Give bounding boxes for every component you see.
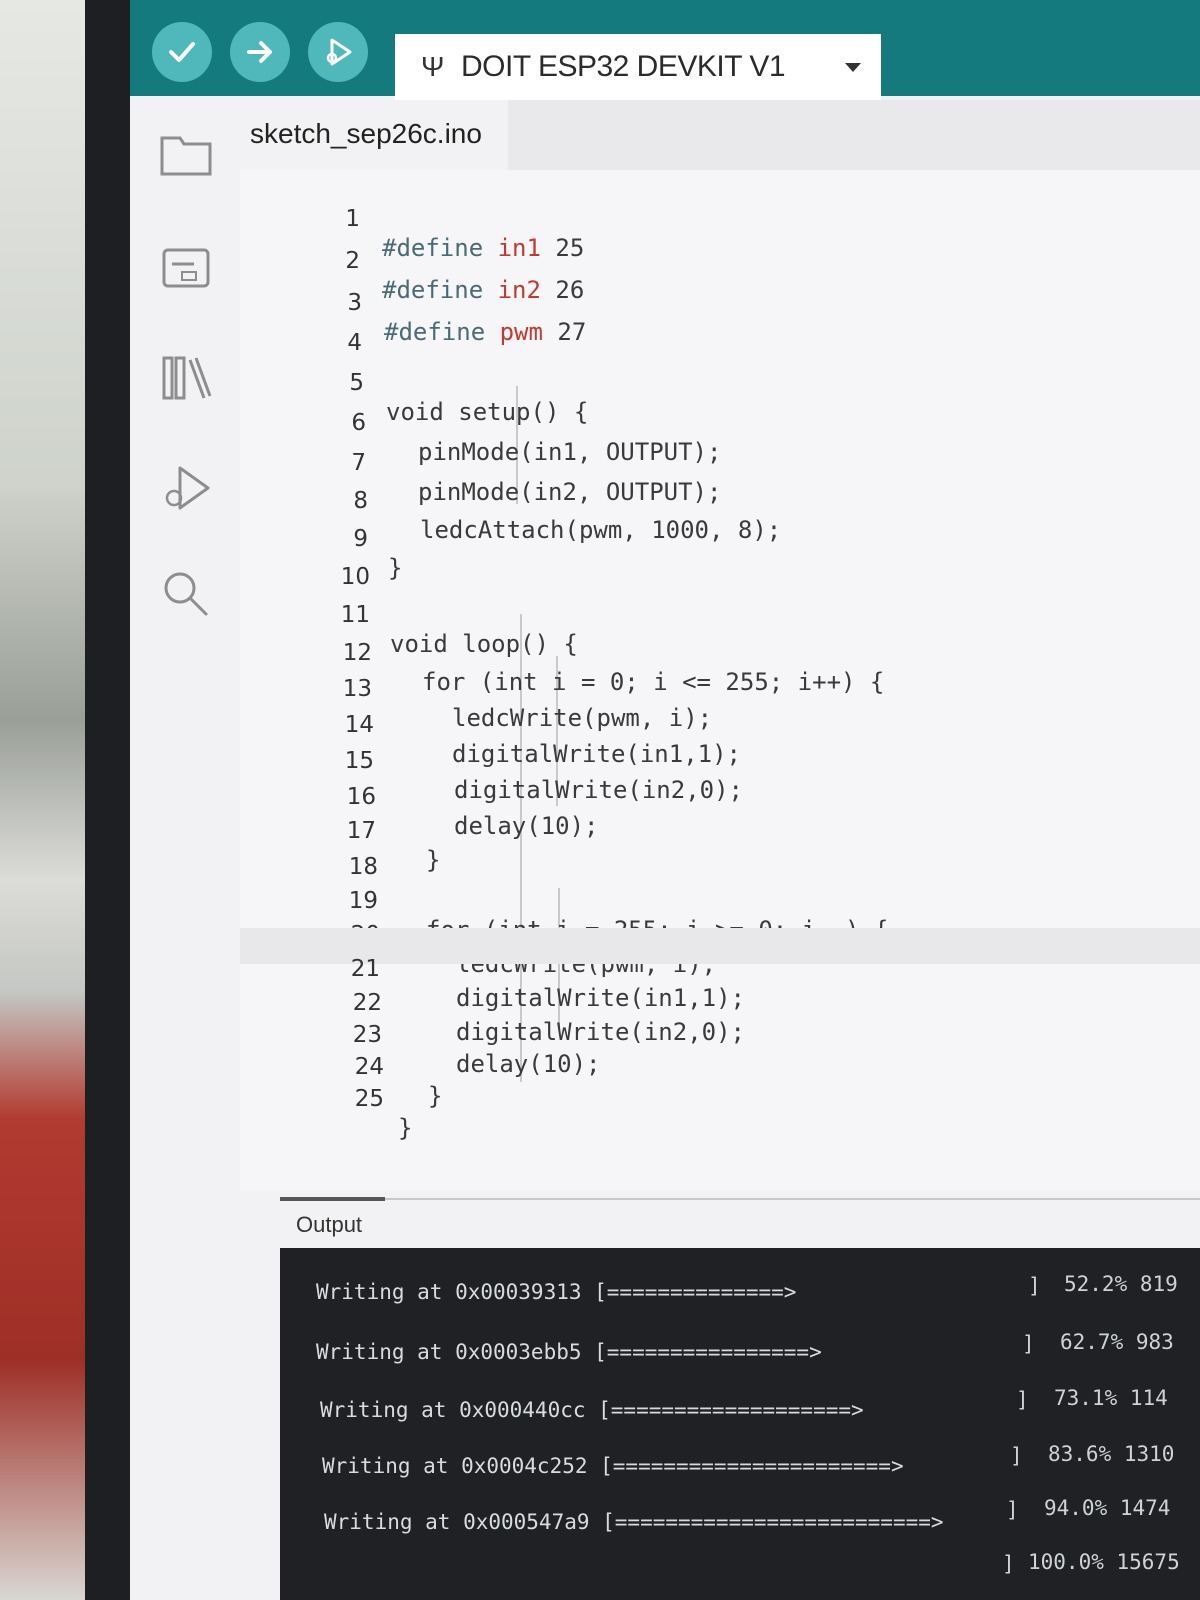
code-line: 12 for (int i = 0; i <= 255; i++) { (240, 612, 1200, 696)
output-bracket: ] (1016, 1388, 1029, 1412)
code-line: 18 (240, 826, 1200, 880)
code-line: 4 (240, 302, 1200, 356)
output-tab[interactable]: Output (296, 1212, 362, 1238)
code-line: 7 pinMode(in2, OUTPUT); (240, 422, 1200, 506)
output-progress: 52.2% 819 (1064, 1272, 1178, 1296)
sidebar (130, 96, 240, 1600)
output-console[interactable]: Writing at 0x00039313 [==============> ]… (280, 1248, 1200, 1600)
library-icon[interactable] (154, 346, 218, 410)
code-line: 5 void setup() { (240, 342, 1200, 426)
toolbar: Ψ DOIT ESP32 DEVKIT V1 (130, 0, 1200, 100)
board-selector[interactable]: Ψ DOIT ESP32 DEVKIT V1 (395, 34, 881, 100)
chevron-down-icon[interactable] (845, 62, 861, 72)
code-line: 13 ledcWrite(pwm, i); (240, 648, 1200, 732)
output-tab-indicator (280, 1197, 385, 1201)
search-icon[interactable] (154, 562, 218, 626)
board-manager-icon[interactable] (154, 236, 218, 300)
code-line-current: 21 digitalWrite(in1,1); (240, 928, 1200, 1012)
output-line: Writing at 0x0003ebb5 [================> (316, 1340, 822, 1364)
code-line: 6 pinMode(in1, OUTPUT); (240, 382, 1200, 466)
code-line: 1 #define in1 25 (240, 178, 1200, 262)
board-name: DOIT ESP32 DEVKIT V1 (461, 50, 786, 83)
line-number: 25 (354, 1086, 384, 1112)
output-bracket: ] (1028, 1274, 1041, 1298)
folder-icon[interactable] (154, 124, 218, 188)
upload-button[interactable] (230, 22, 290, 82)
code-line: 17 } (240, 790, 1200, 874)
output-progress: 100.0% 15675 (1028, 1550, 1180, 1574)
output-bracket: ] (1010, 1444, 1023, 1468)
code-line: 2 #define in2 26 (240, 220, 1200, 304)
output-line: Writing at 0x000547a9 [=================… (324, 1510, 944, 1534)
code-line: 11 void loop() { (240, 574, 1200, 658)
tab-filename: sketch_sep26c.ino (250, 118, 482, 149)
code-line: 3 #define pwm 27 (240, 262, 1200, 346)
output-progress: 73.1% 114 (1054, 1386, 1168, 1410)
output-progress: 94.0% 1474 (1044, 1496, 1171, 1520)
arrow-right-icon (247, 41, 272, 63)
code-text: } (398, 1114, 413, 1142)
code-line: 20 ledcWrite(pwm, i); (240, 894, 1200, 978)
output-bracket: ] (1002, 1552, 1015, 1576)
check-icon (169, 42, 195, 62)
output-line: Writing at 0x000440cc [=================… (320, 1398, 864, 1422)
usb-icon: Ψ (421, 51, 445, 82)
tab-bar-empty (508, 100, 1200, 170)
tab-sketch[interactable]: sketch_sep26c.ino (240, 100, 510, 170)
code-line: 15 digitalWrite(in2,0); (240, 720, 1200, 804)
debug-icon[interactable] (154, 456, 218, 520)
verify-button[interactable] (152, 22, 212, 82)
code-line: 22 digitalWrite(in2,0); (240, 962, 1200, 1046)
code-line: 14 digitalWrite(in1,1); (240, 684, 1200, 768)
arduino-ide-window: Ψ DOIT ESP32 DEVKIT V1 sketch_sep26c.ino… (130, 0, 1200, 1600)
code-line: 9 } (240, 498, 1200, 582)
code-line: 24 } (240, 1026, 1200, 1110)
output-line: Writing at 0x0004c252 [=================… (322, 1454, 904, 1478)
code-editor[interactable]: 1 #define in1 25 2 #define in2 26 3 #def… (240, 170, 1200, 1190)
monitor-bezel (85, 0, 133, 1600)
output-divider (280, 1198, 1200, 1200)
code-line: 16 delay(10); (240, 756, 1200, 840)
code-line: 25 } (240, 1058, 1200, 1142)
output-line: Writing at 0x00039313 [==============> (316, 1280, 797, 1304)
debug-play-icon (326, 38, 352, 66)
output-progress: 83.6% 1310 (1048, 1442, 1175, 1466)
code-line: 10 (240, 536, 1200, 590)
debug-button[interactable] (308, 22, 368, 82)
output-progress: 62.7% 983 (1060, 1330, 1174, 1354)
output-bracket: ] (1006, 1498, 1019, 1522)
output-bracket: ] (1022, 1332, 1035, 1356)
code-line: 8 ledcAttach(pwm, 1000, 8); (240, 460, 1200, 544)
code-line: 19 for (int i = 255; i >= 0; i--) { (240, 860, 1200, 944)
code-line: 23 delay(10); (240, 994, 1200, 1078)
